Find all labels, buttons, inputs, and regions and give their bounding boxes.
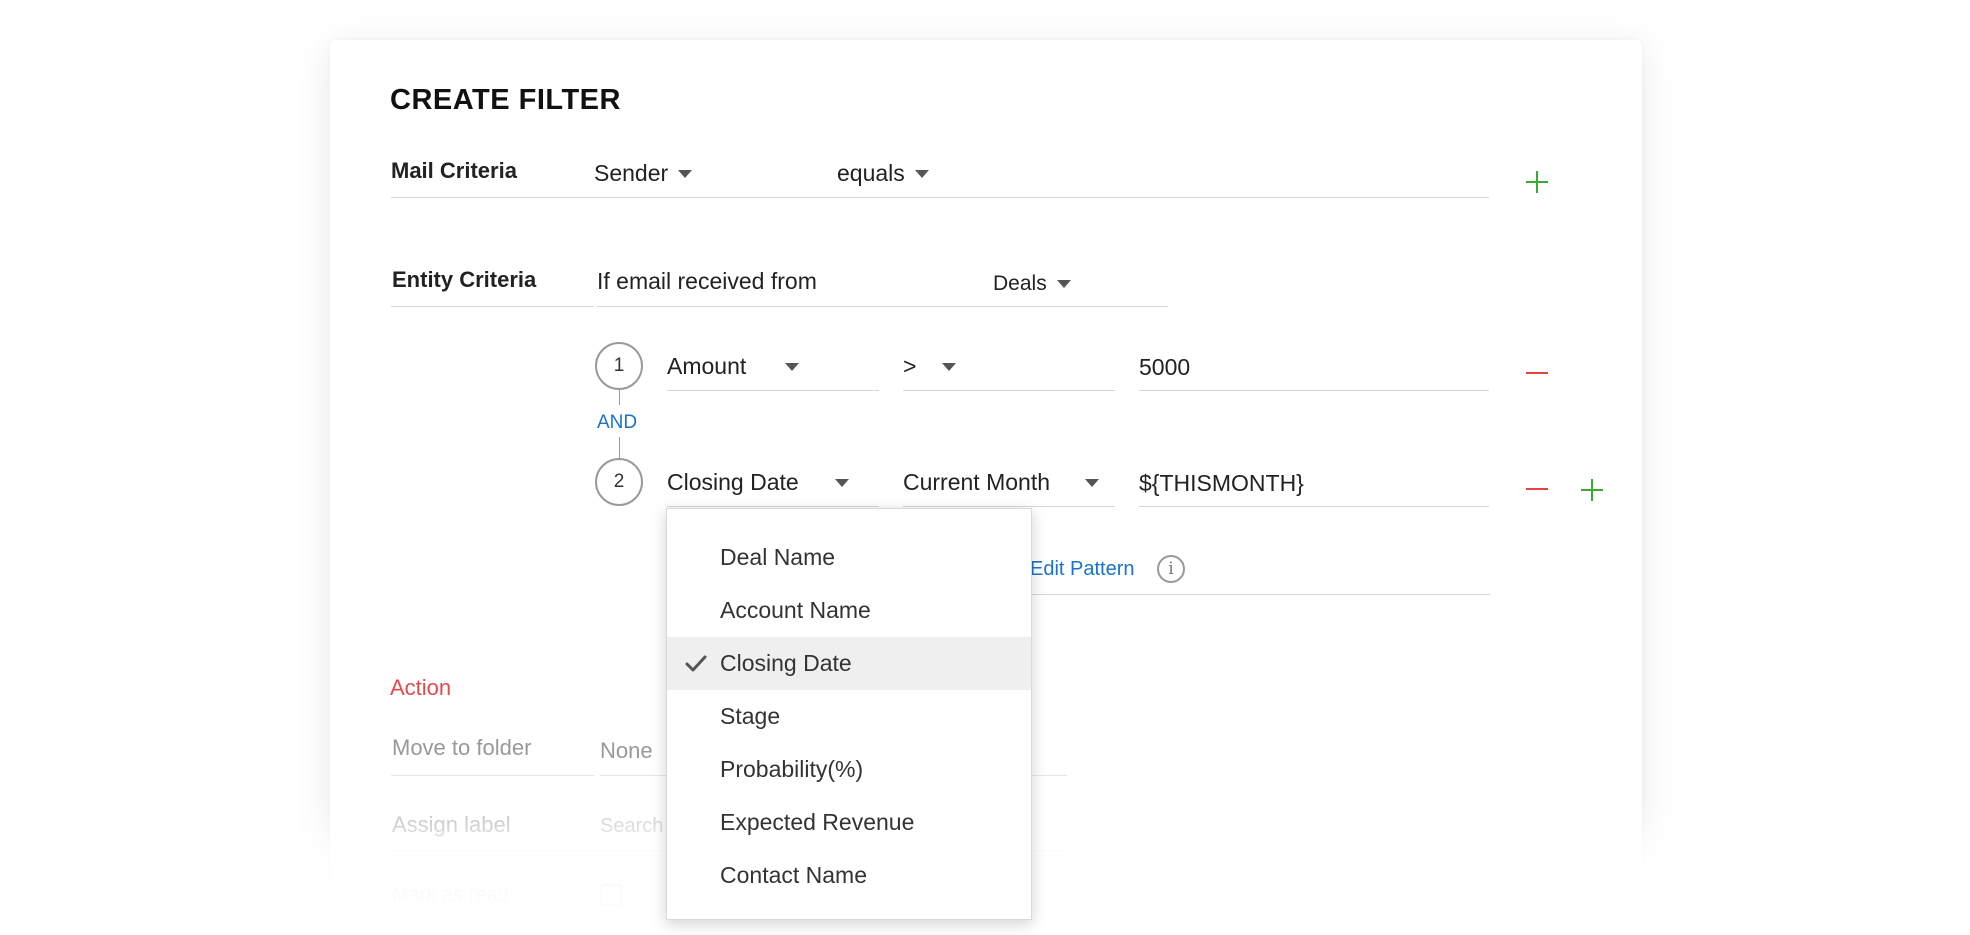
dropdown-option-label: Account Name: [720, 597, 871, 623]
dropdown-option-deal-name[interactable]: Deal Name: [667, 531, 1031, 584]
add-mail-criteria-plus-icon[interactable]: [1526, 171, 1548, 193]
entity-criteria-label-underline: [391, 306, 594, 307]
caret-down-icon: [914, 169, 929, 178]
entity-criteria-divider: [597, 306, 1168, 307]
entity-module-select[interactable]: Deals: [993, 272, 1071, 296]
caret-down-icon: [785, 362, 799, 371]
condition-2-index: 2: [595, 458, 643, 506]
entity-module-value: Deals: [993, 272, 1047, 295]
dropdown-option-label: Stage: [720, 703, 781, 729]
info-icon[interactable]: i: [1157, 555, 1185, 583]
condition-2-operator-underline: [903, 506, 1115, 507]
dropdown-option-label: Contact Name: [720, 862, 868, 888]
dropdown-option-probability[interactable]: Probability(%): [667, 743, 1031, 796]
condition-1-field-select[interactable]: Amount: [667, 353, 879, 380]
move-to-folder-label-underline: [391, 775, 594, 776]
condition-2-field-select[interactable]: Closing Date: [667, 469, 879, 496]
mail-criteria-field-value: Sender: [594, 160, 669, 186]
dropdown-option-label: Expected Revenue: [720, 809, 915, 835]
condition-1-field-value: Amount: [667, 353, 747, 379]
condition-2-operator-select[interactable]: Current Month: [903, 469, 1115, 496]
entity-criteria-label: Entity Criteria: [392, 267, 537, 292]
dropdown-option-label: Closing Date: [720, 650, 852, 676]
caret-down-icon: [835, 478, 849, 487]
connector-line: [619, 390, 620, 405]
dropdown-option-label: Probability(%): [720, 756, 864, 782]
condition-1-operator-select[interactable]: >: [903, 353, 1115, 380]
move-to-folder-select[interactable]: None: [600, 738, 653, 764]
check-icon: [685, 655, 707, 672]
condition-2-field-value: Closing Date: [667, 469, 799, 495]
caret-down-icon: [1085, 478, 1099, 487]
remove-condition-2-minus-icon[interactable]: [1526, 478, 1548, 500]
mail-criteria-divider: [391, 197, 1489, 198]
dropdown-option-account-name[interactable]: Account Name: [667, 584, 1031, 637]
page-title: CREATE FILTER: [390, 84, 621, 116]
connector-line: [619, 437, 620, 459]
caret-down-icon: [942, 362, 957, 371]
dropdown-option-closing-date[interactable]: Closing Date: [667, 637, 1031, 690]
edit-pattern-divider: [1030, 594, 1490, 595]
mail-criteria-label: Mail Criteria: [391, 158, 517, 183]
caret-down-icon: [678, 169, 693, 178]
mail-criteria-field-select[interactable]: Sender: [594, 160, 693, 187]
condition-1-field-underline: [667, 390, 879, 391]
mark-as-read-checkbox[interactable]: [600, 884, 622, 906]
condition-1-index: 1: [595, 342, 643, 390]
mail-criteria-operator-select[interactable]: equals: [837, 160, 929, 187]
assign-label-label: Assign label: [392, 812, 511, 837]
mark-as-read-label: Mark as read: [392, 884, 509, 906]
condition-connector-and[interactable]: AND: [597, 412, 637, 434]
entity-criteria-prefix: If email received from: [597, 268, 817, 294]
condition-1-value-underline: [1139, 390, 1489, 391]
mail-criteria-operator-value: equals: [837, 160, 905, 186]
dropdown-option-expected-revenue[interactable]: Expected Revenue: [667, 796, 1031, 849]
dropdown-option-label: Deal Name: [720, 544, 836, 570]
dropdown-option-contact-name[interactable]: Contact Name: [667, 849, 1031, 902]
condition-1-operator-value: >: [903, 353, 917, 379]
condition-1-operator-underline: [903, 390, 1115, 391]
dropdown-option-stage[interactable]: Stage: [667, 690, 1031, 743]
condition-2-operator-value: Current Month: [903, 469, 1051, 495]
assign-label-search-input[interactable]: Search: [600, 815, 663, 838]
condition-1-value-input[interactable]: 5000: [1139, 354, 1190, 381]
caret-down-icon: [1056, 280, 1071, 288]
condition-2-value-input[interactable]: ${THISMONTH}: [1139, 470, 1304, 497]
condition-2-field-underline: [667, 506, 879, 507]
add-condition-plus-icon[interactable]: [1581, 479, 1603, 501]
action-heading: Action: [390, 675, 452, 700]
move-to-folder-label: Move to folder: [392, 735, 532, 760]
remove-condition-1-minus-icon[interactable]: [1526, 362, 1548, 384]
edit-pattern-link[interactable]: Edit Pattern: [1030, 558, 1135, 581]
condition-2-value-underline: [1139, 506, 1489, 507]
field-dropdown-menu: Deal Name Account Name Closing Date Stag…: [666, 508, 1032, 920]
